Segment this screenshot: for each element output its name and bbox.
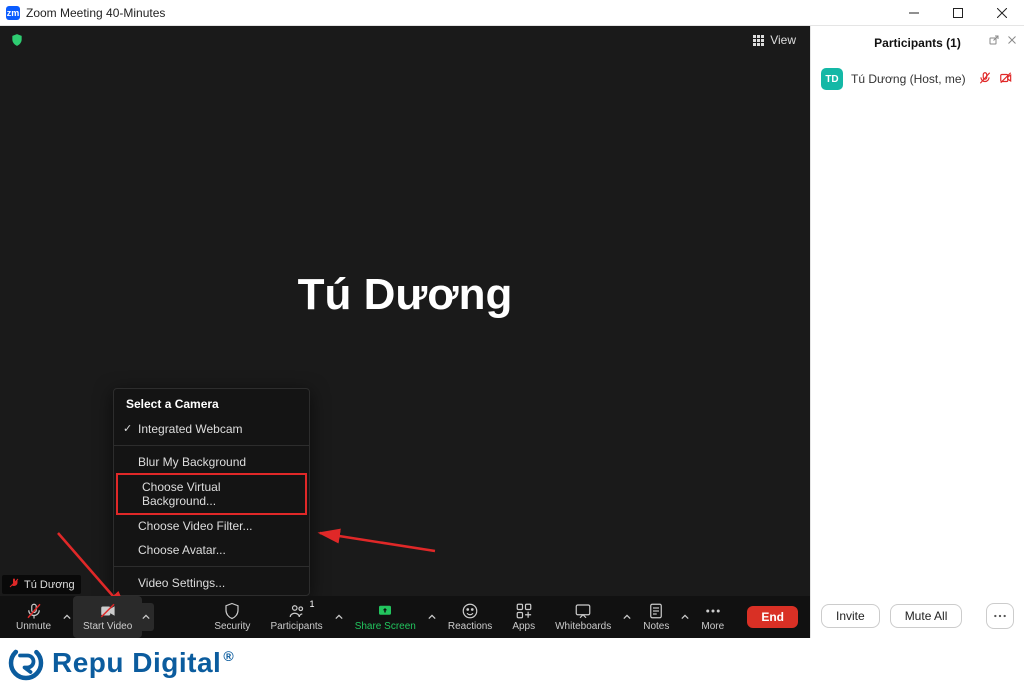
brand-text: Repu Digital xyxy=(52,647,221,678)
whiteboard-icon xyxy=(573,602,593,620)
brand-footer: Repu Digital® xyxy=(0,638,1024,687)
participants-more-button[interactable] xyxy=(986,603,1014,629)
audio-options-caret[interactable] xyxy=(61,596,73,638)
participants-count: 1 xyxy=(310,599,315,609)
popout-icon[interactable] xyxy=(988,34,1000,46)
participants-panel-header: Participants (1) xyxy=(811,26,1024,60)
zoom-app-icon: zm xyxy=(6,6,20,20)
apps-button[interactable]: Apps xyxy=(502,596,545,638)
more-icon xyxy=(704,602,722,620)
participant-row[interactable]: TD Tú Dương (Host, me) xyxy=(819,64,1016,94)
share-screen-caret[interactable] xyxy=(426,596,438,638)
menu-choose-avatar[interactable]: Choose Avatar... xyxy=(114,538,309,562)
close-window-button[interactable] xyxy=(980,0,1024,26)
participants-caret[interactable] xyxy=(333,596,345,638)
meeting-toolbar: Unmute Start Video Security xyxy=(0,596,810,638)
menu-choose-virtual-background[interactable]: Choose Virtual Background... xyxy=(116,473,307,515)
people-icon: 1 xyxy=(287,602,307,620)
shield-icon xyxy=(223,602,241,620)
close-panel-icon[interactable] xyxy=(1006,34,1018,46)
participants-button[interactable]: 1 Participants xyxy=(260,596,332,638)
camera-options-menu: Select a Camera Integrated Webcam Blur M… xyxy=(113,388,310,596)
whiteboards-button[interactable]: Whiteboards xyxy=(545,596,621,638)
annotation-arrow-2 xyxy=(315,531,445,566)
meeting-area: View Tú Dương Tú Dương Select a Camera I… xyxy=(0,26,810,638)
title-bar: zm Zoom Meeting 40-Minutes xyxy=(0,0,1024,26)
invite-button[interactable]: Invite xyxy=(821,604,880,628)
menu-video-settings[interactable]: Video Settings... xyxy=(114,571,309,595)
video-tile-name: Tú Dương xyxy=(298,270,513,320)
apps-icon xyxy=(515,602,533,620)
smile-icon xyxy=(461,602,479,620)
participant-name-tag: Tú Dương xyxy=(2,575,81,594)
reactions-button[interactable]: Reactions xyxy=(438,596,502,638)
share-screen-icon xyxy=(375,602,395,620)
end-meeting-button[interactable]: End xyxy=(747,606,798,628)
notes-icon xyxy=(647,602,665,620)
security-button[interactable]: Security xyxy=(204,596,260,638)
encryption-shield-icon[interactable] xyxy=(10,33,24,47)
whiteboards-caret[interactable] xyxy=(621,596,633,638)
participants-panel: Participants (1) TD Tú Dương (Host, me) xyxy=(810,26,1024,638)
participant-mic-muted-icon xyxy=(978,71,992,88)
repu-logo-icon xyxy=(8,645,44,681)
view-button[interactable]: View xyxy=(749,31,800,49)
share-screen-button[interactable]: Share Screen xyxy=(345,596,426,638)
menu-choose-video-filter[interactable]: Choose Video Filter... xyxy=(114,514,309,538)
more-button[interactable]: More xyxy=(691,596,734,638)
participant-camera-off-icon xyxy=(998,71,1014,88)
view-label: View xyxy=(770,33,796,47)
name-tag-text: Tú Dương xyxy=(24,579,75,591)
participant-label: Tú Dương (Host, me) xyxy=(851,72,966,86)
mic-off-icon xyxy=(25,602,43,620)
camera-menu-header: Select a Camera xyxy=(114,389,309,417)
participants-title: Participants (1) xyxy=(874,36,961,50)
notes-button[interactable]: Notes xyxy=(633,596,679,638)
window-title: Zoom Meeting 40-Minutes xyxy=(26,6,165,20)
grid-icon xyxy=(753,35,764,46)
unmute-button[interactable]: Unmute xyxy=(6,596,61,638)
participants-panel-footer: Invite Mute All xyxy=(811,594,1024,638)
avatar: TD xyxy=(821,68,843,90)
menu-blur-background[interactable]: Blur My Background xyxy=(114,450,309,474)
camera-off-icon xyxy=(98,602,118,620)
notes-caret[interactable] xyxy=(679,596,691,638)
start-video-button[interactable]: Start Video xyxy=(73,596,142,638)
camera-option-integrated[interactable]: Integrated Webcam xyxy=(114,417,309,441)
minimize-button[interactable] xyxy=(892,0,936,26)
brand-reg: ® xyxy=(223,648,234,664)
mute-all-button[interactable]: Mute All xyxy=(890,604,963,628)
mic-muted-icon xyxy=(8,577,20,592)
maximize-button[interactable] xyxy=(936,0,980,26)
